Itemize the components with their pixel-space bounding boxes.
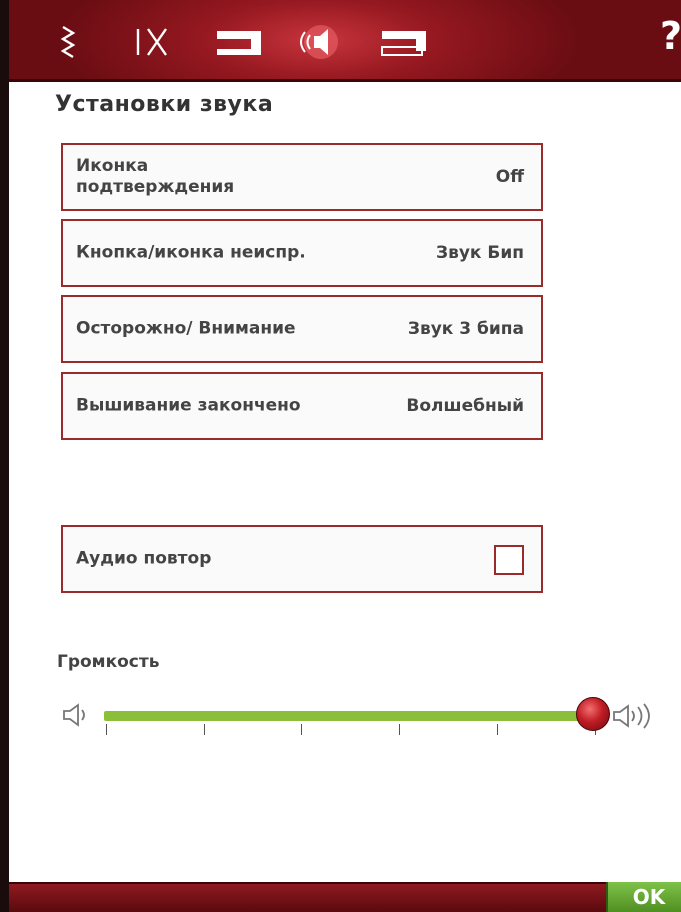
volume-label: Громкость xyxy=(57,652,160,672)
ok-button[interactable]: OK xyxy=(606,882,681,912)
setting-audio-repeat[interactable]: Аудио повтор xyxy=(61,525,543,593)
setting-value: Звук Бип xyxy=(436,243,524,263)
bottom-bar: OK xyxy=(9,882,681,912)
sound-settings-icon[interactable] xyxy=(293,22,345,62)
top-toolbar: ? xyxy=(9,0,681,82)
setting-label: Вышивание закончено xyxy=(76,395,301,416)
volume-slider-handle[interactable] xyxy=(576,697,610,731)
setting-embroidery-finished[interactable]: Вышивание закончено Волшебный xyxy=(61,372,543,440)
volume-low-icon[interactable] xyxy=(61,702,93,732)
setting-label: Осторожно/ Внимание xyxy=(76,318,296,339)
volume-tick xyxy=(204,724,205,735)
embroidery-machine-icon[interactable] xyxy=(379,22,429,62)
volume-tick xyxy=(497,724,498,735)
audio-repeat-checkbox[interactable] xyxy=(494,545,524,575)
page-title: Установки звука xyxy=(55,92,274,117)
volume-tick xyxy=(399,724,400,735)
setting-value: Off xyxy=(495,167,524,187)
volume-tick xyxy=(106,724,107,735)
volume-tick xyxy=(301,724,302,735)
volume-high-icon[interactable] xyxy=(611,702,657,734)
setting-label: Иконка подтверждения xyxy=(76,156,235,197)
setting-label: Кнопка/иконка неиспр. xyxy=(76,242,306,263)
setting-confirmation-icon[interactable]: Иконка подтверждения Off xyxy=(61,143,543,211)
screen-frame: ? Установки звука Иконка подтверждения O… xyxy=(0,0,681,912)
help-button[interactable]: ? xyxy=(660,14,681,58)
setting-caution-attention[interactable]: Осторожно/ Внимание Звук 3 бипа xyxy=(61,295,543,363)
volume-slider-track[interactable] xyxy=(104,711,594,721)
stitch-zigzag-icon[interactable] xyxy=(57,22,79,62)
setting-value: Звук 3 бипа xyxy=(407,319,524,339)
setting-button-error[interactable]: Кнопка/иконка неиспр. Звук Бип xyxy=(61,219,543,287)
setting-label: Аудио повтор xyxy=(76,548,212,569)
setting-value: Волшебный xyxy=(406,396,524,416)
sewing-machine-icon[interactable] xyxy=(214,22,264,62)
needle-scissors-icon[interactable] xyxy=(129,22,171,62)
